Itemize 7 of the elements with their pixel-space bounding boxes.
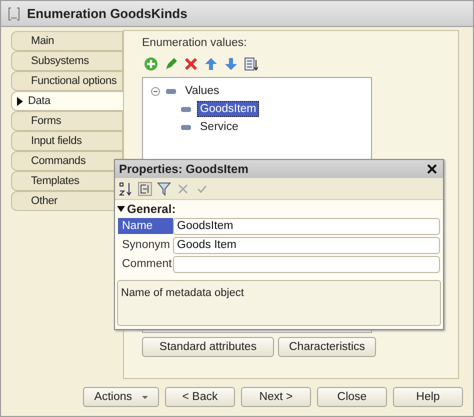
- property-label: Name: [118, 218, 173, 234]
- group-title: General:: [127, 202, 176, 216]
- section-label: Enumeration values:: [142, 37, 248, 49]
- description-text: Name of metadata object: [121, 287, 244, 299]
- window-title: Enumeration GoodsKinds: [27, 6, 188, 21]
- property-label: Comment: [121, 257, 173, 272]
- property-label: Synonym: [121, 238, 171, 253]
